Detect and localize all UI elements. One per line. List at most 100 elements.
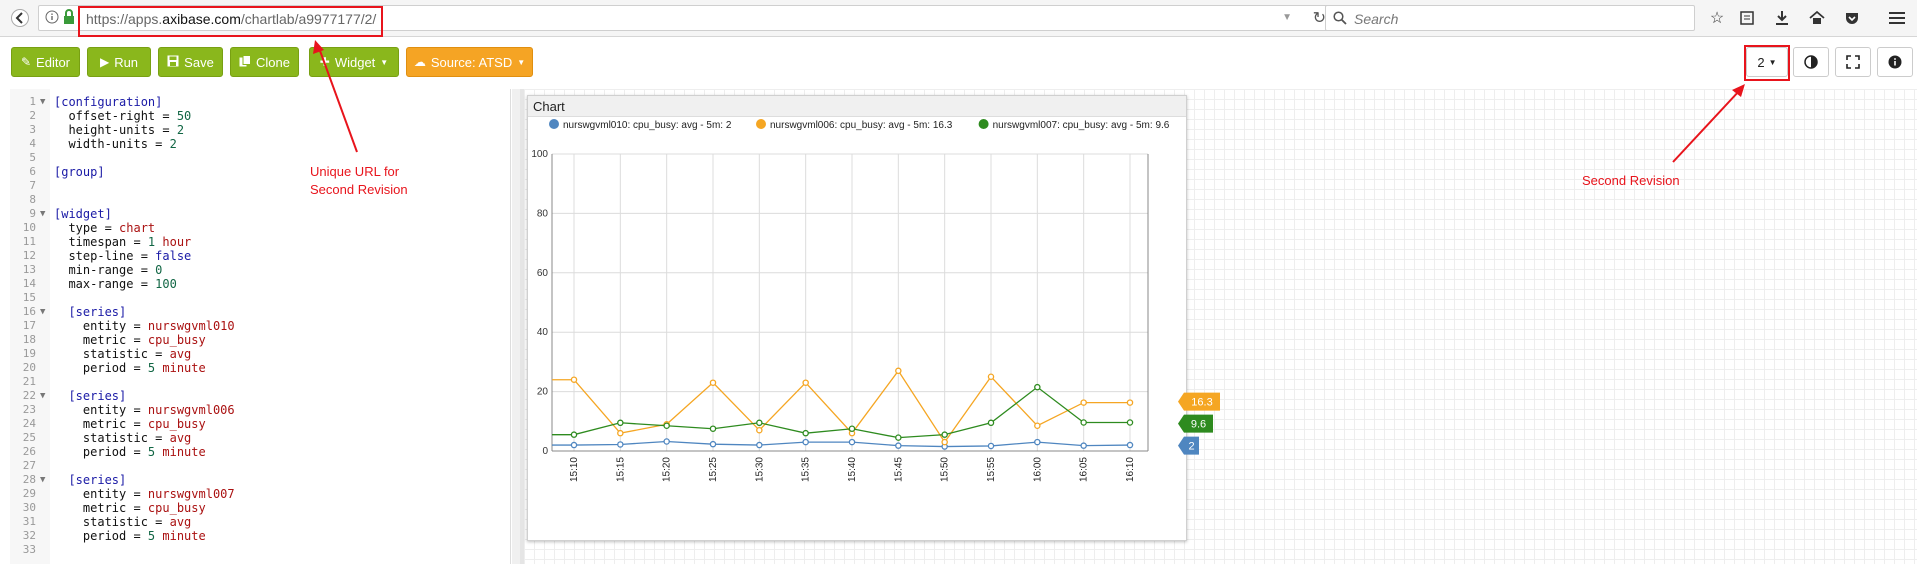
code-text: [series]: [54, 305, 126, 319]
series-value-badge-label: 9.6: [1191, 419, 1206, 431]
config-editor[interactable]: 1 ▼ [configuration] 2 offset-right = 50 3 he…: [10, 89, 511, 564]
menu-icon[interactable]: [1885, 6, 1909, 30]
data-point: [1034, 383, 1041, 391]
code-token: timespan =: [54, 235, 148, 249]
run-button[interactable]: ▶ Run: [87, 47, 151, 77]
series-value-badge-label: 16.3: [1191, 397, 1212, 409]
back-arrow-icon[interactable]: [6, 4, 34, 32]
code-token: minute: [155, 445, 206, 459]
data-point: [617, 419, 624, 427]
legend-swatch: [549, 119, 559, 129]
chart-svg: nurswgvml010: cpu_busy: avg - 5m: 2 nursw…: [531, 119, 1170, 482]
code-token: minute: [155, 361, 206, 375]
fold-arrow-icon[interactable]: ▼: [40, 95, 45, 109]
dropdown-arrow-icon[interactable]: ▼: [1282, 12, 1292, 23]
code-token: statistic =: [54, 347, 170, 361]
data-point: [895, 367, 902, 375]
code-token: metric =: [54, 333, 148, 347]
pocket-icon[interactable]: [1840, 6, 1864, 30]
series-value-badge-label: 2: [1188, 441, 1194, 453]
editor-button[interactable]: ✎ Editor: [11, 47, 80, 77]
floppy-icon: [167, 55, 179, 70]
code-text: height-units = 2: [54, 123, 184, 137]
widget-title: Chart: [533, 99, 565, 114]
contrast-toggle-button[interactable]: [1793, 47, 1829, 77]
fold-arrow-icon[interactable]: ▼: [40, 207, 45, 221]
line-number: 8: [29, 193, 36, 206]
source-dropdown-button[interactable]: ☁ Source: ATSD ▼: [406, 47, 533, 77]
fold-arrow-icon[interactable]: ▼: [40, 389, 45, 403]
data-point: [663, 438, 670, 445]
code-text: metric = cpu_busy: [54, 333, 206, 347]
code-text: min-range = 0: [54, 263, 162, 277]
line-number: 16: [22, 305, 36, 318]
reading-list-icon[interactable]: [1735, 6, 1759, 30]
line-number: 3: [29, 123, 36, 136]
code-token: hour: [155, 235, 192, 249]
data-point: [941, 438, 948, 446]
line-number: 18: [22, 333, 36, 346]
code-text: [configuration]: [54, 95, 162, 109]
contrast-icon: [1804, 55, 1818, 69]
info-button[interactable]: [1877, 47, 1913, 77]
code-token: [series]: [54, 305, 127, 319]
code-text: statistic = avg: [54, 431, 191, 445]
code-token: 50: [176, 109, 192, 123]
x-tick-label: 16:10: [1125, 457, 1136, 482]
widget-dropdown-button[interactable]: ✚ Widget ▼: [309, 47, 399, 77]
code-token: entity =: [54, 487, 148, 501]
legend-label: nurswgvml006: cpu_busy: avg - 5m: 16.3: [770, 120, 953, 131]
browser-toolbar: ▼ ↻ https://apps.axibase.com/chartlab/a9…: [0, 0, 1917, 37]
code-text: step-line = false: [54, 249, 191, 263]
reload-icon[interactable]: ↻: [1313, 8, 1326, 28]
data-point: [987, 442, 995, 450]
code-token: minute: [155, 529, 206, 543]
code-text: offset-right = 50: [54, 109, 191, 123]
legend-swatch: [756, 119, 766, 129]
fullscreen-button[interactable]: [1835, 47, 1871, 77]
save-button[interactable]: Save: [158, 47, 223, 77]
home-icon[interactable]: [1805, 6, 1829, 30]
code-text: [group]: [54, 165, 105, 179]
search-bar[interactable]: Search: [1325, 5, 1695, 31]
legend-label: nurswgvml007: cpu_busy: avg - 5m: 9.6: [993, 120, 1170, 131]
widget-header: Chart: [528, 96, 1186, 117]
clone-button[interactable]: Clone: [230, 47, 299, 77]
download-icon[interactable]: [1770, 6, 1794, 30]
code-text: period = 5 minute: [54, 361, 206, 375]
code-text: [series]: [54, 473, 126, 487]
line-number: 23: [22, 403, 36, 416]
code-token: 100: [155, 277, 177, 291]
data-point: [756, 419, 763, 427]
code-token: width-units =: [54, 137, 170, 151]
y-tick-label: 60: [537, 268, 549, 279]
code-text: max-range = 100: [54, 277, 177, 291]
data-point: [1126, 419, 1134, 426]
code-text: [series]: [54, 389, 126, 403]
x-tick-label: 16:05: [1079, 457, 1090, 482]
code-text: period = 5 minute: [54, 445, 206, 459]
code-token: statistic =: [54, 431, 170, 445]
x-tick-label: 15:40: [847, 457, 858, 482]
code-text: type = chart: [54, 221, 155, 235]
revision-highlight-box: [1744, 45, 1790, 81]
bookmark-star-icon[interactable]: ☆: [1705, 6, 1729, 30]
data-point: [848, 438, 856, 446]
code-token: metric =: [54, 501, 148, 515]
caret-down-icon: ▼: [517, 57, 526, 67]
x-tick-label: 16:00: [1032, 457, 1043, 482]
line-number: 32: [22, 529, 36, 542]
fold-arrow-icon[interactable]: ▼: [40, 473, 45, 487]
code-text: timespan = 1 hour: [54, 235, 191, 249]
x-tick-label: 15:20: [662, 457, 673, 482]
line-number: 14: [22, 277, 36, 290]
code-token: avg: [169, 515, 192, 529]
line-number: 33: [22, 543, 36, 556]
code-token: max-range =: [54, 277, 156, 291]
fold-arrow-icon[interactable]: ▼: [40, 305, 45, 319]
chart-widget: Chart nurswgvml010: cpu_busy: avg - 5m: …: [527, 95, 1187, 541]
info-icon[interactable]: [45, 10, 59, 29]
data-point: [709, 425, 717, 432]
editor-scrollbar[interactable]: [512, 89, 520, 564]
play-icon: ▶: [99, 55, 110, 69]
